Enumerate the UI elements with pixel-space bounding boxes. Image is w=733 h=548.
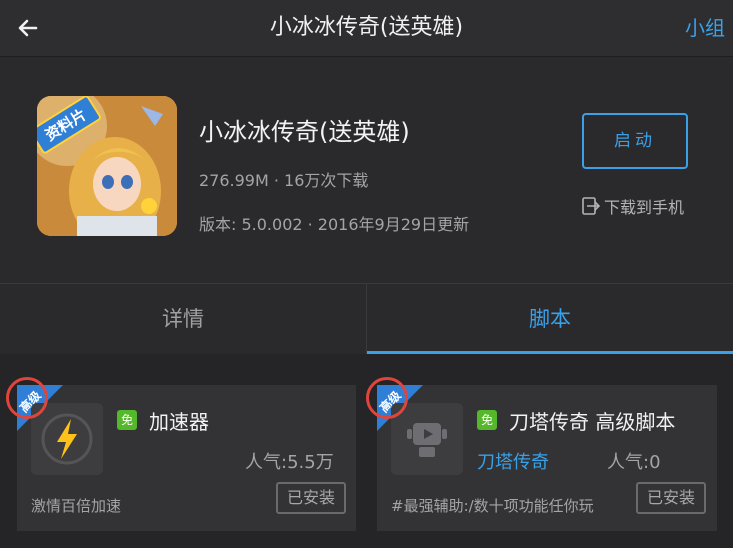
free-badge: 免 — [117, 410, 137, 430]
script-description: 激情百倍加速 — [31, 497, 122, 515]
script-name: 刀塔传奇 高级脚本 — [509, 410, 676, 434]
lightning-icon — [41, 413, 93, 465]
tab-details[interactable]: 详情 — [0, 284, 367, 354]
app-icon: 资料片 — [37, 96, 177, 236]
highlight-circle — [366, 377, 408, 419]
app-name: 小冰冰传奇(送英雄) — [199, 118, 410, 146]
free-badge: 免 — [477, 410, 497, 430]
group-link[interactable]: 小组 — [685, 0, 725, 56]
download-to-phone-button[interactable]: 下载到手机 — [581, 194, 684, 218]
app-version: 版本: 5.0.002 · 2016年9月29日更新 — [199, 215, 470, 234]
download-to-phone-icon — [582, 197, 601, 215]
top-bar: 小冰冰传奇(送英雄) 小组 — [0, 0, 733, 57]
script-list: 高级 免 加速器 人气:5.5万 激情百倍加速 已安装 高级 免 刀塔传奇 高级… — [0, 354, 733, 548]
robot-tv-icon — [407, 423, 447, 457]
highlight-circle — [6, 377, 48, 419]
script-description: #最强辅助:/数十项功能任你玩 — [391, 497, 594, 515]
page-title: 小冰冰传奇(送英雄) — [269, 15, 464, 40]
script-icon — [31, 403, 103, 475]
installed-button[interactable]: 已安装 — [276, 482, 346, 514]
tab-scripts[interactable]: 脚本 — [367, 284, 733, 354]
installed-button[interactable]: 已安装 — [636, 482, 706, 514]
script-card[interactable]: 高级 免 刀塔传奇 高级脚本 刀塔传奇 人气:0 #最强辅助:/数十项功能任你玩… — [377, 385, 717, 531]
download-to-phone-label: 下载到手机 — [604, 198, 685, 217]
script-card[interactable]: 高级 免 加速器 人气:5.5万 激情百倍加速 已安装 — [17, 385, 356, 531]
script-game-link[interactable]: 刀塔传奇 — [477, 448, 549, 474]
script-icon — [391, 403, 463, 475]
app-size-downloads: 276.99M · 16万次下载 — [199, 171, 369, 190]
launch-button[interactable]: 启动 — [582, 113, 688, 169]
script-name: 加速器 — [149, 410, 209, 434]
script-popularity: 人气:5.5万 — [245, 452, 334, 473]
script-popularity: 人气:0 — [607, 452, 661, 473]
app-header: 资料片 小冰冰传奇(送英雄) 276.99M · 16万次下载 版本: 5.0.… — [0, 57, 733, 283]
tab-bar: 详情 脚本 — [0, 283, 733, 354]
